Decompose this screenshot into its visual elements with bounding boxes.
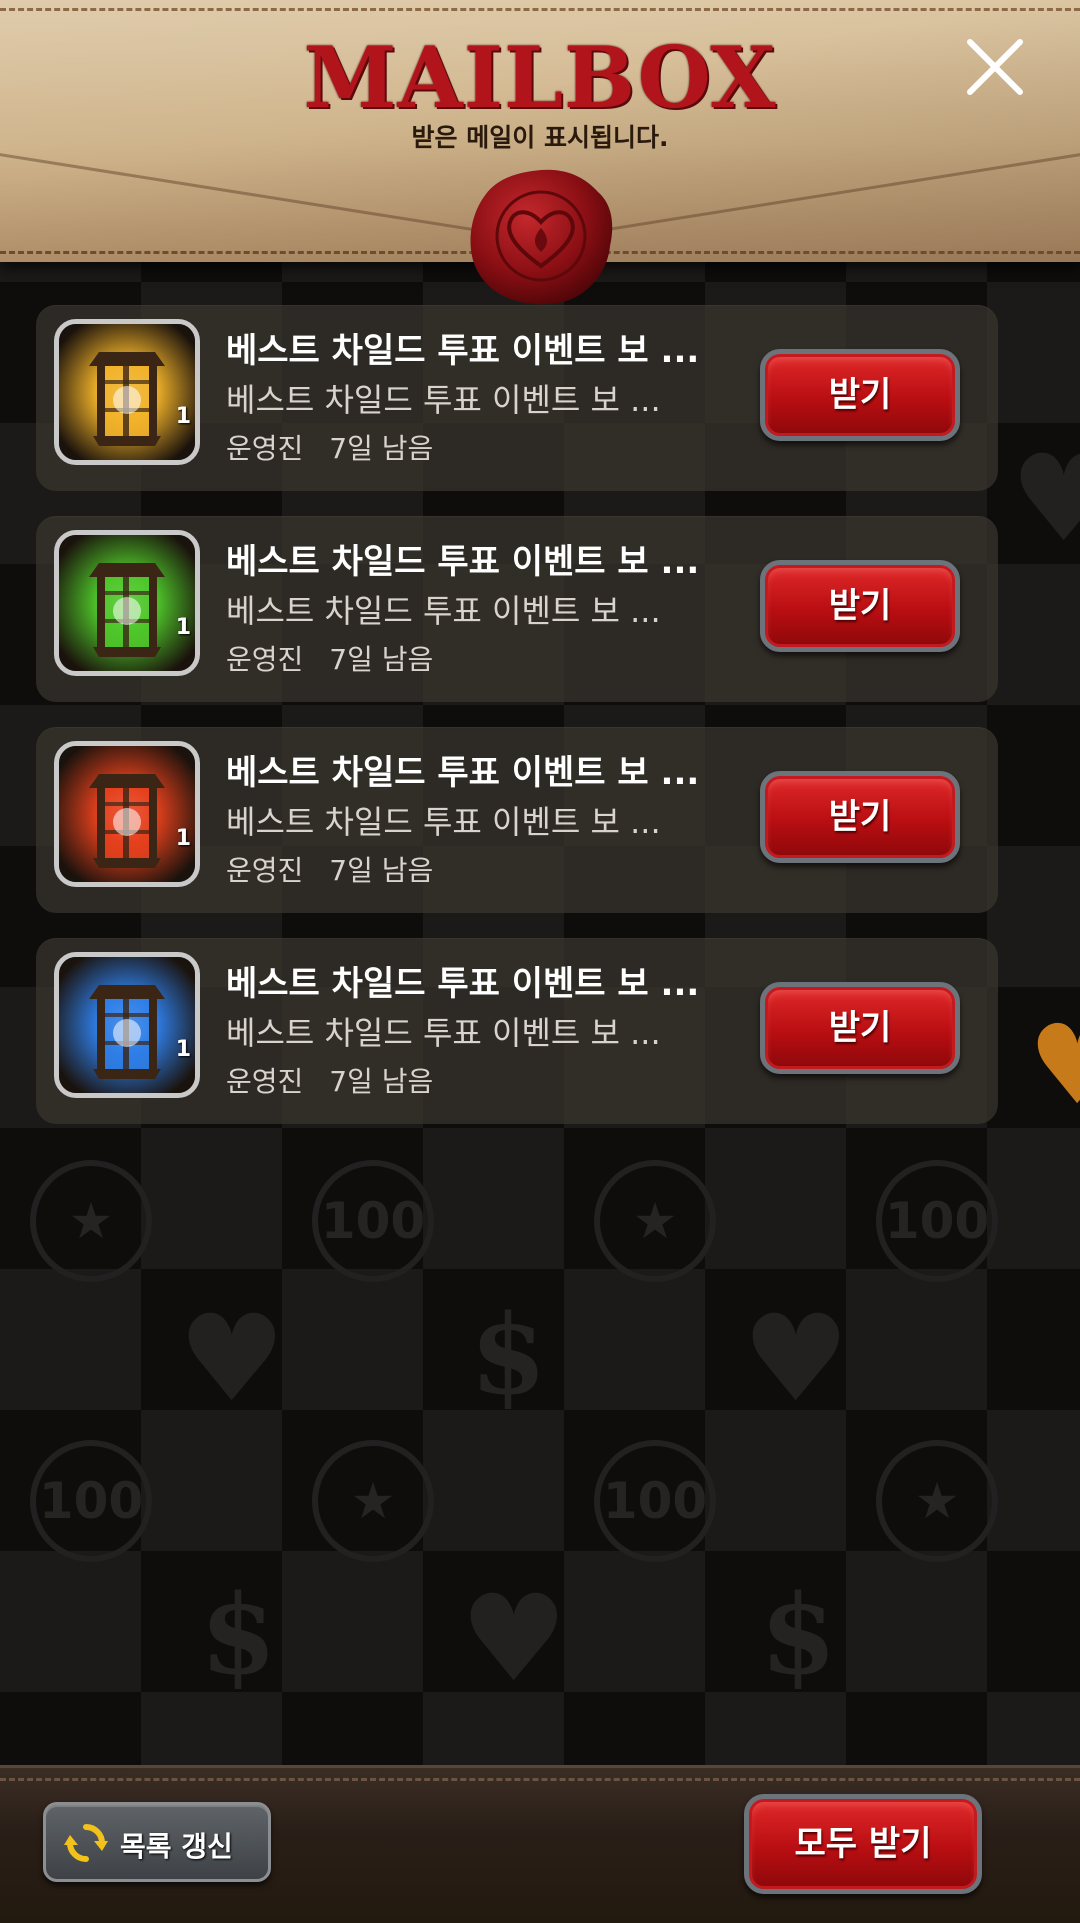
mail-body: 베스트 차일드 투표 이벤트 보 ... <box>226 1014 661 1052</box>
refresh-list-label: 목록 갱신 <box>120 1830 233 1863</box>
receive-button[interactable]: 받기 <box>760 349 960 441</box>
heart-icon: ♥ <box>178 1290 286 1429</box>
mail-meta: 운영진 7일 남음 <box>226 427 433 467</box>
mail-body: 베스트 차일드 투표 이벤트 보 ... <box>226 381 661 419</box>
mail-body: 베스트 차일드 투표 이벤트 보 ... <box>226 803 661 841</box>
dollar-icon: $ <box>470 1290 547 1419</box>
mail-title: 베스트 차일드 투표 이벤트 보 ... <box>226 753 700 793</box>
lantern-item-icon: 1 <box>54 741 200 887</box>
stitch-line <box>0 1778 1080 1781</box>
mail-title: 베스트 차일드 투표 이벤트 보 ... <box>226 331 700 371</box>
lantern-item-icon: 1 <box>54 952 200 1098</box>
star-coin-icon: ★ <box>594 1160 716 1282</box>
wax-seal-icon <box>466 166 616 306</box>
mail-title: 베스트 차일드 투표 이벤트 보 ... <box>226 542 700 582</box>
mail-meta: 운영진 7일 남음 <box>226 849 433 889</box>
mail-expiry: 7일 남음 <box>329 432 434 465</box>
refresh-list-button[interactable]: 목록 갱신 <box>43 1802 271 1882</box>
receive-button[interactable]: 받기 <box>760 560 960 652</box>
refresh-icon <box>64 1824 108 1862</box>
receive-button[interactable]: 받기 <box>760 982 960 1074</box>
mail-body: 베스트 차일드 투표 이벤트 보 ... <box>226 592 661 630</box>
item-quantity: 1 <box>175 615 191 640</box>
star-coin-icon: ★ <box>30 1160 152 1282</box>
mail-list: 1 베스트 차일드 투표 이벤트 보 ... 베스트 차일드 투표 이벤트 보 … <box>36 305 998 1149</box>
item-quantity: 1 <box>175 826 191 851</box>
lantern-item-icon: 1 <box>54 530 200 676</box>
mail-meta: 운영진 7일 남음 <box>226 638 433 678</box>
heart-icon: ♥ <box>460 1570 568 1709</box>
item-quantity: 1 <box>175 404 191 429</box>
mail-item[interactable]: 1 베스트 차일드 투표 이벤트 보 ... 베스트 차일드 투표 이벤트 보 … <box>36 938 998 1124</box>
star-coin-icon: ★ <box>312 1440 434 1562</box>
heart-icon: ♥ <box>1010 430 1080 569</box>
mail-item[interactable]: 1 베스트 차일드 투표 이벤트 보 ... 베스트 차일드 투표 이벤트 보 … <box>36 727 998 913</box>
item-quantity: 1 <box>175 1037 191 1062</box>
mail-sender: 운영진 <box>226 1065 304 1098</box>
dollar-icon: $ <box>200 1570 277 1699</box>
close-icon <box>967 39 1023 95</box>
mail-title: 베스트 차일드 투표 이벤트 보 ... <box>226 964 700 1004</box>
page-title: MAILBOX <box>303 28 777 127</box>
coin-100-icon: 100 <box>594 1440 716 1562</box>
coin-100-icon: 100 <box>876 1160 998 1282</box>
receive-button[interactable]: 받기 <box>760 771 960 863</box>
mail-sender: 운영진 <box>226 854 304 887</box>
lantern-item-icon: 1 <box>54 319 200 465</box>
mail-item[interactable]: 1 베스트 차일드 투표 이벤트 보 ... 베스트 차일드 투표 이벤트 보 … <box>36 516 998 702</box>
page-subtitle: 받은 메일이 표시됩니다. <box>411 123 669 152</box>
mail-meta: 운영진 7일 남음 <box>226 1060 433 1100</box>
mail-expiry: 7일 남음 <box>329 1065 434 1098</box>
mail-item[interactable]: 1 베스트 차일드 투표 이벤트 보 ... 베스트 차일드 투표 이벤트 보 … <box>36 305 998 491</box>
coin-100-icon: 100 <box>30 1440 152 1562</box>
mailbox-footer: 목록 갱신 모두 받기 <box>0 1765 1080 1923</box>
heart-icon: ♥ <box>742 1290 850 1429</box>
receive-all-button[interactable]: 모두 받기 <box>744 1794 982 1894</box>
coin-100-icon: 100 <box>312 1160 434 1282</box>
star-coin-icon: ★ <box>876 1440 998 1562</box>
orange-heart-icon: ♥ <box>1028 1001 1080 1129</box>
mail-sender: 운영진 <box>226 643 304 676</box>
mail-sender: 운영진 <box>226 432 304 465</box>
stitch-line <box>0 8 1080 11</box>
mail-expiry: 7일 남음 <box>329 643 434 676</box>
mail-expiry: 7일 남음 <box>329 854 434 887</box>
close-button[interactable] <box>958 30 1032 104</box>
dollar-icon: $ <box>760 1570 837 1699</box>
